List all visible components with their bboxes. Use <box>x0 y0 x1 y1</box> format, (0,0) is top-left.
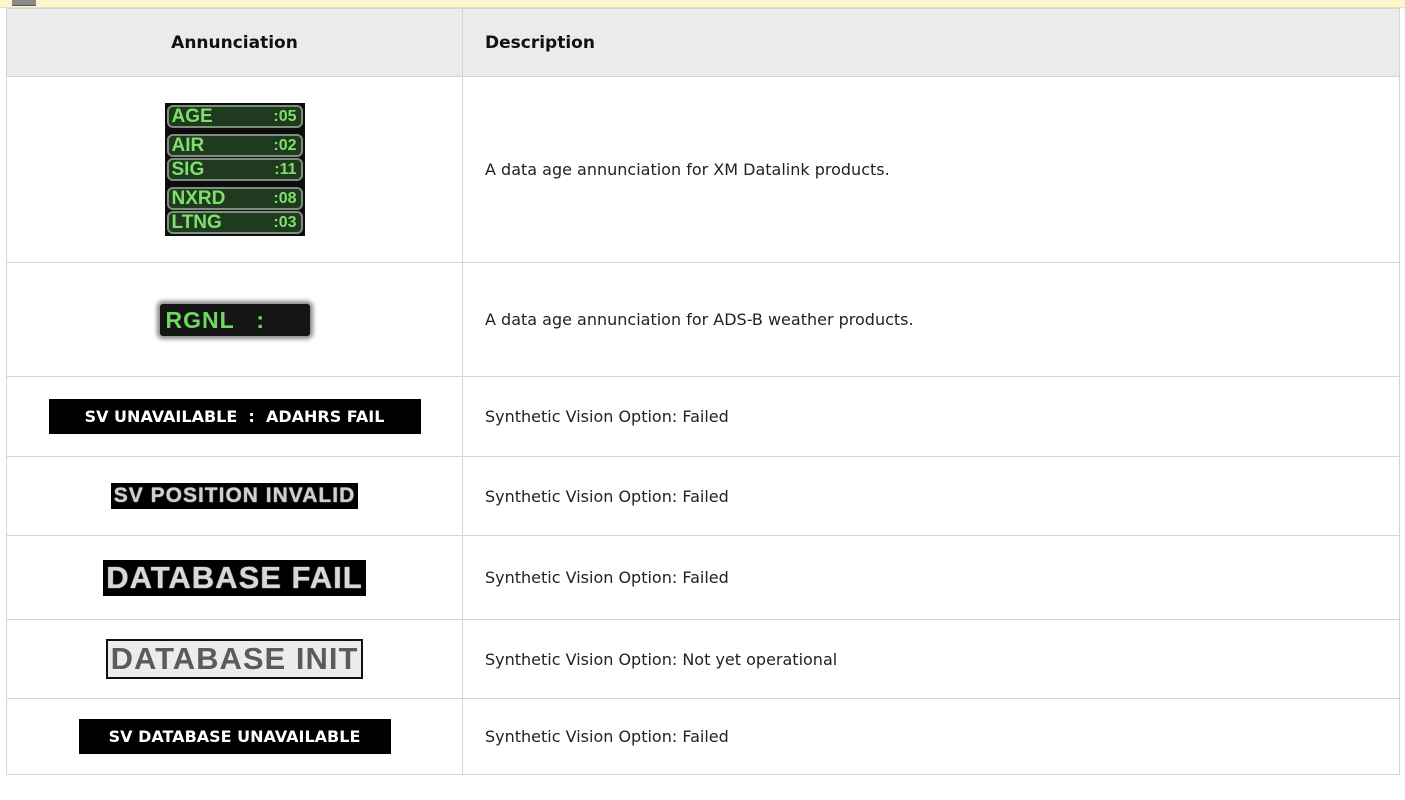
annunciation-cell: DATABASE FAIL <box>6 535 463 620</box>
database-fail-annunciation: DATABASE FAIL <box>103 559 366 596</box>
datalink-tag-nxrd: NXRD :08 <box>166 187 303 210</box>
sv-database-unavailable-annunciation: SV DATABASE UNAVAILABLE <box>78 719 391 754</box>
tag-label: NXRD <box>171 187 226 209</box>
annunciation-cell: DATABASE INIT <box>6 619 463 699</box>
description-cell: Synthetic Vision Option: Not yet operati… <box>462 619 1400 699</box>
tag-label: LTNG <box>171 211 222 233</box>
rgnl-age-annunciation: RGNL : <box>159 303 310 336</box>
datalink-tag-age: AGE :05 <box>166 105 303 128</box>
annunciation-table-container: Annunciation Description AGE :05 AIR :02 <box>6 8 1405 775</box>
datalink-tag-ltng: LTNG :03 <box>166 211 303 234</box>
tag-value: :03 <box>273 213 297 231</box>
tag-value: :02 <box>273 136 297 154</box>
tag-value: :05 <box>273 107 297 125</box>
description-cell: Synthetic Vision Option: Failed <box>462 456 1400 536</box>
database-init-annunciation: DATABASE INIT <box>105 639 364 679</box>
description-cell: Synthetic Vision Option: Failed <box>462 376 1400 457</box>
table-row: DATABASE FAIL Synthetic Vision Option: F… <box>6 535 1400 620</box>
datalink-tag-air: AIR :02 <box>166 134 303 157</box>
table-row: SV DATABASE UNAVAILABLE Synthetic Vision… <box>6 698 1400 775</box>
description-cell: Synthetic Vision Option: Failed <box>462 698 1400 775</box>
table-row: SV UNAVAILABLE : ADAHRS FAIL Synthetic V… <box>6 376 1400 457</box>
table-row: SV POSITION INVALID Synthetic Vision Opt… <box>6 456 1400 536</box>
description-cell: Synthetic Vision Option: Failed <box>462 535 1400 620</box>
table-row: RGNL : A data age annunciation for ADS-B… <box>6 262 1400 377</box>
datalink-age-tags: AGE :05 AIR :02 SIG :11 NXRD:08 LTNG:0… <box>164 103 305 236</box>
annunciation-cell: SV POSITION INVALID <box>6 456 463 536</box>
header-annunciation: Annunciation <box>6 8 463 77</box>
sv-position-invalid-annunciation: SV POSITION INVALID <box>110 483 359 509</box>
header-description: Description <box>462 8 1400 77</box>
table-row: AGE :05 AIR :02 SIG :11 NXRD:08 LTNG:0… <box>6 76 1400 263</box>
tag-label: SIG <box>171 158 205 180</box>
datalink-tag-sig: SIG :11 <box>166 158 303 181</box>
sv-unavailable-annunciation: SV UNAVAILABLE : ADAHRS FAIL <box>48 399 421 434</box>
table-row: DATABASE INIT Synthetic Vision Option: N… <box>6 619 1400 699</box>
annunciation-table: Annunciation Description AGE :05 AIR :02 <box>6 8 1400 775</box>
tag-value: :11 <box>274 160 297 178</box>
tag-label: AIR <box>171 134 205 156</box>
description-cell: A data age annunciation for ADS-B weathe… <box>462 262 1400 377</box>
description-cell: A data age annunciation for XM Datalink … <box>462 76 1400 263</box>
top-note-strip <box>0 0 1405 8</box>
table-header-row: Annunciation Description <box>6 8 1400 77</box>
annunciation-cell: SV DATABASE UNAVAILABLE <box>6 698 463 775</box>
note-tab-marker <box>12 0 36 6</box>
annunciation-cell: RGNL : <box>6 262 463 377</box>
annunciation-cell: AGE :05 AIR :02 SIG :11 NXRD:08 LTNG:0… <box>6 76 463 263</box>
annunciation-cell: SV UNAVAILABLE : ADAHRS FAIL <box>6 376 463 457</box>
tag-label: AGE <box>171 105 213 127</box>
tag-value: :08 <box>273 189 297 207</box>
